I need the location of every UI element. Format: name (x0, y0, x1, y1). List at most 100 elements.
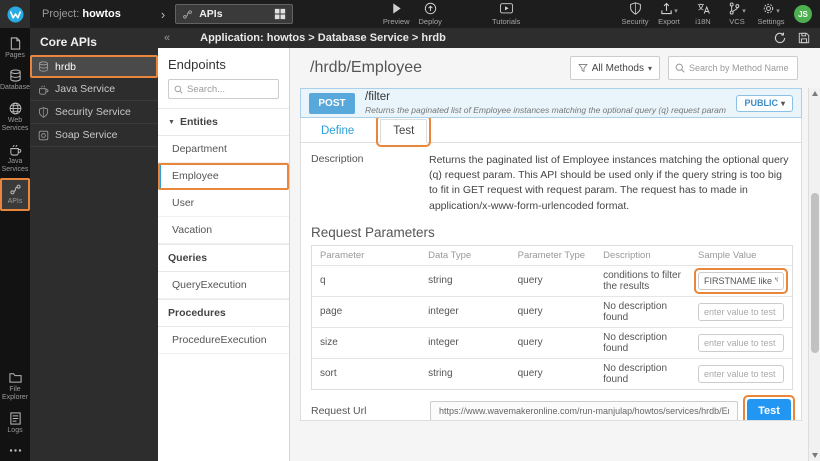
content-scrollbar[interactable] (808, 88, 820, 461)
collapse-panel-icon[interactable]: « (158, 32, 174, 44)
security-button[interactable]: Security (618, 2, 652, 26)
service-title: /hrdb/Employee (310, 59, 562, 77)
sidebar-item-logs[interactable]: Logs (0, 407, 30, 439)
endpoint-item-department[interactable]: Department (158, 136, 289, 163)
method-search[interactable] (668, 56, 798, 80)
sidebar-item-web-services[interactable]: Web Services (0, 97, 30, 138)
database-icon (38, 61, 49, 72)
sidebar-item-apis[interactable]: APIs (0, 178, 30, 210)
column-header: Data Type (420, 245, 510, 265)
parameter-type: query (510, 358, 596, 389)
parameter-type: query (510, 327, 596, 358)
endpoints-search-input[interactable] (187, 84, 273, 95)
visibility-dropdown[interactable]: PUBLIC ▾ (736, 95, 793, 112)
core-apis-title: Core APIs (30, 28, 158, 55)
endpoint-group-header-procedures[interactable]: Procedures (158, 299, 289, 327)
coffee-icon (38, 84, 49, 95)
i18n-button[interactable]: i18N (686, 2, 720, 26)
request-parameters-heading: Request Parameters (301, 222, 801, 245)
wavemaker-logo[interactable] (0, 0, 30, 28)
endpoint-item-employee[interactable]: Employee (158, 163, 289, 190)
deploy-icon (424, 2, 437, 15)
sample-value-input-sort[interactable] (698, 365, 784, 383)
sample-value-input-page[interactable] (698, 303, 784, 321)
sidebar-item-more[interactable] (0, 439, 30, 461)
endpoint-group-header-queries[interactable]: Queries (158, 244, 289, 272)
endpoint-group-header-entities[interactable]: ▼Entities (158, 108, 289, 136)
core-api-label: Soap Service (55, 129, 117, 141)
core-api-item-hrdb[interactable]: hrdb (30, 55, 158, 78)
save-icon[interactable] (798, 32, 810, 44)
description-label: Description (311, 153, 429, 214)
methods-filter-dropdown[interactable]: All Methods ▾ (570, 56, 660, 80)
settings-button[interactable]: ▾Settings (754, 2, 788, 26)
sidebar-item-label: Web Services (0, 117, 30, 134)
column-header: Sample Value (690, 245, 793, 265)
translate-icon (697, 2, 710, 15)
scrollbar-thumb[interactable] (811, 193, 819, 353)
sample-value-input-q[interactable] (698, 272, 784, 290)
endpoint-group-label: Entities (180, 116, 218, 128)
user-avatar[interactable]: JS (794, 5, 812, 23)
topbar: Project: howtos › APIs PreviewDeployTuto… (0, 0, 820, 28)
refresh-icon[interactable] (774, 32, 786, 44)
apis-tab[interactable]: APIs (175, 4, 293, 24)
preview-button[interactable]: Preview (379, 2, 413, 26)
api-icon (9, 183, 22, 196)
endpoint-summary: Returns the paginated list of Employee i… (365, 105, 726, 115)
log-icon (9, 412, 22, 425)
endpoints-panel: Endpoints ▼EntitiesDepartmentEmployeeUse… (158, 48, 290, 461)
deploy-button[interactable]: Deploy (413, 2, 447, 26)
sidebar-item-label: Pages (0, 52, 30, 60)
endpoint-card-header[interactable]: POST /filter Returns the paginated list … (300, 88, 802, 118)
endpoint-item-user[interactable]: User (158, 190, 289, 217)
tutorials-button[interactable]: Tutorials (489, 2, 523, 26)
tab-test[interactable]: Test (380, 119, 427, 143)
core-api-item-java-service[interactable]: Java Service (30, 78, 158, 101)
grid-icon[interactable] (274, 8, 286, 20)
tab-bar: Define Test (301, 118, 801, 143)
core-api-item-security-service[interactable]: Security Service (30, 101, 158, 124)
caret-down-icon: ▾ (674, 7, 678, 15)
core-api-label: Java Service (55, 83, 115, 95)
dots-icon (9, 444, 22, 457)
endpoint-group-label: Queries (168, 252, 207, 264)
export-button[interactable]: ▾Export (652, 2, 686, 26)
endpoints-search[interactable] (168, 79, 279, 99)
request-parameters-table: ParameterData TypeParameter TypeDescript… (311, 245, 793, 390)
description-text: Returns the paginated list of Employee i… (429, 153, 791, 214)
endpoint-item-queryexecution[interactable]: QueryExecution (158, 272, 289, 299)
parameter-name: q (312, 265, 421, 296)
data-type: integer (420, 327, 510, 358)
action-label: Security (621, 17, 648, 26)
scroll-up-arrow[interactable] (812, 91, 818, 96)
scroll-down-arrow[interactable] (812, 453, 818, 458)
test-button-highlight: Test (747, 399, 791, 421)
sample-value-input-size[interactable] (698, 334, 784, 352)
endpoint-item-procedureexecution[interactable]: ProcedureExecution (158, 327, 289, 354)
test-button[interactable]: Test (747, 399, 791, 421)
left-rail: Pages Databases Web Services Java ServicesA… (0, 28, 30, 461)
tab-define[interactable]: Define (309, 120, 366, 142)
caret-down-icon: ▾ (781, 99, 785, 108)
sidebar-item-databases[interactable]: Databases (0, 64, 30, 96)
vcs-button[interactable]: ▾VCS (720, 2, 754, 26)
method-search-input[interactable] (689, 63, 791, 73)
parameter-type: query (510, 265, 596, 296)
request-url-label: Request Url (311, 405, 421, 417)
endpoint-item-vacation[interactable]: Vacation (158, 217, 289, 244)
sidebar-item-pages[interactable]: Pages (0, 32, 30, 64)
core-api-item-soap-service[interactable]: Soap Service (30, 124, 158, 147)
request-url-input[interactable] (430, 401, 738, 421)
coffee-icon (9, 143, 22, 156)
breadcrumb: Application: howtos > Database Service >… (200, 32, 446, 44)
sidebar-item-java-services[interactable]: Java Services (0, 138, 30, 179)
parameter-description: No description found (595, 358, 690, 389)
sample-value-cell (690, 296, 793, 327)
main-content: /hrdb/Employee All Methods ▾ POST /filte… (290, 48, 820, 461)
chevron-right-icon[interactable]: › (161, 8, 165, 21)
description-row: Description Returns the paginated list o… (301, 143, 801, 222)
sidebar-item-file-explorer[interactable]: File Explorer (0, 366, 30, 407)
search-icon (675, 63, 685, 73)
method-badge: POST (309, 93, 355, 114)
